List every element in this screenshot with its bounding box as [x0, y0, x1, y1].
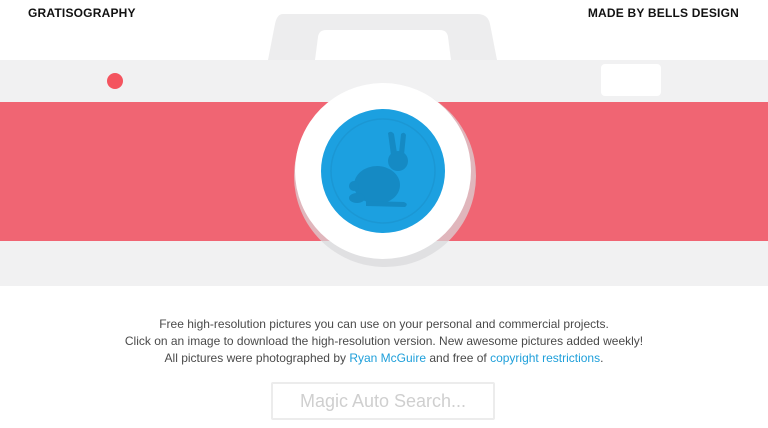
- copyright-link[interactable]: copyright restrictions: [490, 351, 600, 365]
- intro-line-3-middle: and free of: [426, 351, 491, 365]
- intro-line-3-suffix: .: [600, 351, 604, 365]
- viewfinder: [601, 64, 661, 96]
- intro-text: Free high-resolution pictures you can us…: [0, 316, 768, 367]
- camera-illustration: [0, 14, 768, 286]
- photographer-link[interactable]: Ryan McGuire: [349, 351, 426, 365]
- intro-line-2: Click on an image to download the high-r…: [124, 334, 644, 348]
- page: GRATISOGRAPHY MADE BY BELLS DESIGN Free …: [0, 0, 768, 428]
- search-input[interactable]: [281, 389, 485, 413]
- record-dot-icon: [107, 73, 123, 89]
- search-box: [271, 382, 495, 420]
- intro-line-3: All pictures were photographed by Ryan M…: [0, 350, 768, 367]
- intro-line-3-prefix: All pictures were photographed by: [164, 351, 350, 365]
- camera-handle-inner: [315, 30, 451, 60]
- site-logo[interactable]: GRATISOGRAPHY: [28, 6, 136, 20]
- intro-line-1: Free high-resolution pictures you can us…: [159, 317, 609, 331]
- credit-link[interactable]: MADE BY BELLS DESIGN: [588, 6, 739, 20]
